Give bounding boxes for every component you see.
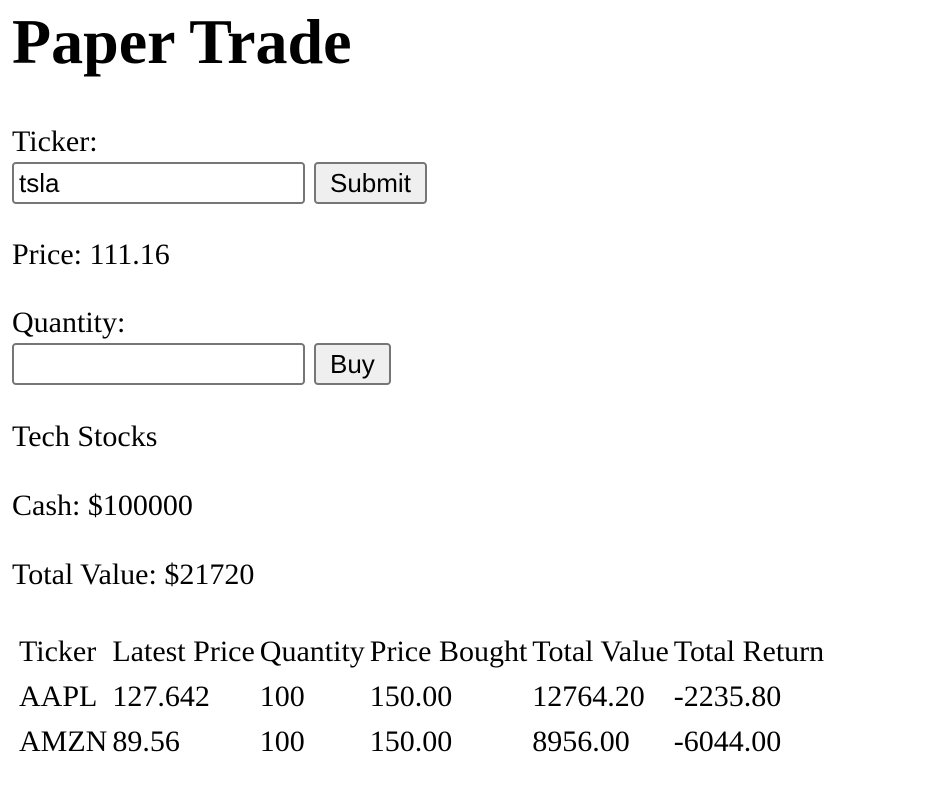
portfolio-name: Tech Stocks	[12, 420, 158, 453]
page: Paper Trade Ticker: Submit Price: 111.16…	[0, 0, 934, 763]
table-cell: 150.00	[369, 679, 453, 713]
ticker-form: Ticker: Submit	[12, 125, 922, 204]
table-cell: 100	[259, 679, 305, 713]
ticker-form-row: Submit	[12, 162, 922, 204]
total-value-text: Total Value: $21720	[12, 558, 255, 591]
column-header: Price Bought	[369, 634, 528, 668]
table-cell: 127.642	[112, 679, 210, 713]
holdings-table: Ticker Latest Price Quantity Price Bough…	[16, 628, 826, 763]
table-cell: -2235.80	[673, 679, 782, 713]
table-cell: -6044.00	[673, 724, 782, 758]
column-header: Ticker	[19, 634, 97, 668]
ticker-input[interactable]	[12, 162, 305, 204]
column-header: Total Return	[673, 634, 825, 668]
table-cell: AMZN	[19, 724, 108, 758]
table-row: AAPL 127.642 100 150.00 12764.20 -2235.8…	[16, 673, 826, 718]
table-row: AMZN 89.56 100 150.00 8956.00 -6044.00	[16, 718, 826, 763]
buy-button[interactable]: Buy	[314, 343, 391, 385]
quantity-input[interactable]	[12, 343, 305, 385]
price-text: Price: 111.16	[12, 238, 170, 271]
table-cell: 89.56	[112, 724, 180, 758]
column-header: Latest Price	[112, 634, 255, 668]
page-title: Paper Trade	[12, 6, 352, 77]
table-cell: 12764.20	[532, 679, 645, 713]
quantity-label: Quantity:	[12, 306, 126, 339]
quantity-form: Quantity: Buy	[12, 306, 922, 385]
submit-button[interactable]: Submit	[314, 162, 427, 204]
table-cell: 150.00	[369, 724, 453, 758]
table-cell: 8956.00	[532, 724, 630, 758]
column-header: Total Value	[532, 634, 669, 668]
cash-text: Cash: $100000	[12, 489, 193, 522]
table-cell: 100	[259, 724, 305, 758]
quantity-form-row: Buy	[12, 343, 922, 385]
column-header: Quantity	[259, 634, 365, 668]
ticker-label: Ticker:	[12, 125, 98, 158]
table-cell: AAPL	[19, 679, 98, 713]
table-header-row: Ticker Latest Price Quantity Price Bough…	[16, 628, 826, 673]
